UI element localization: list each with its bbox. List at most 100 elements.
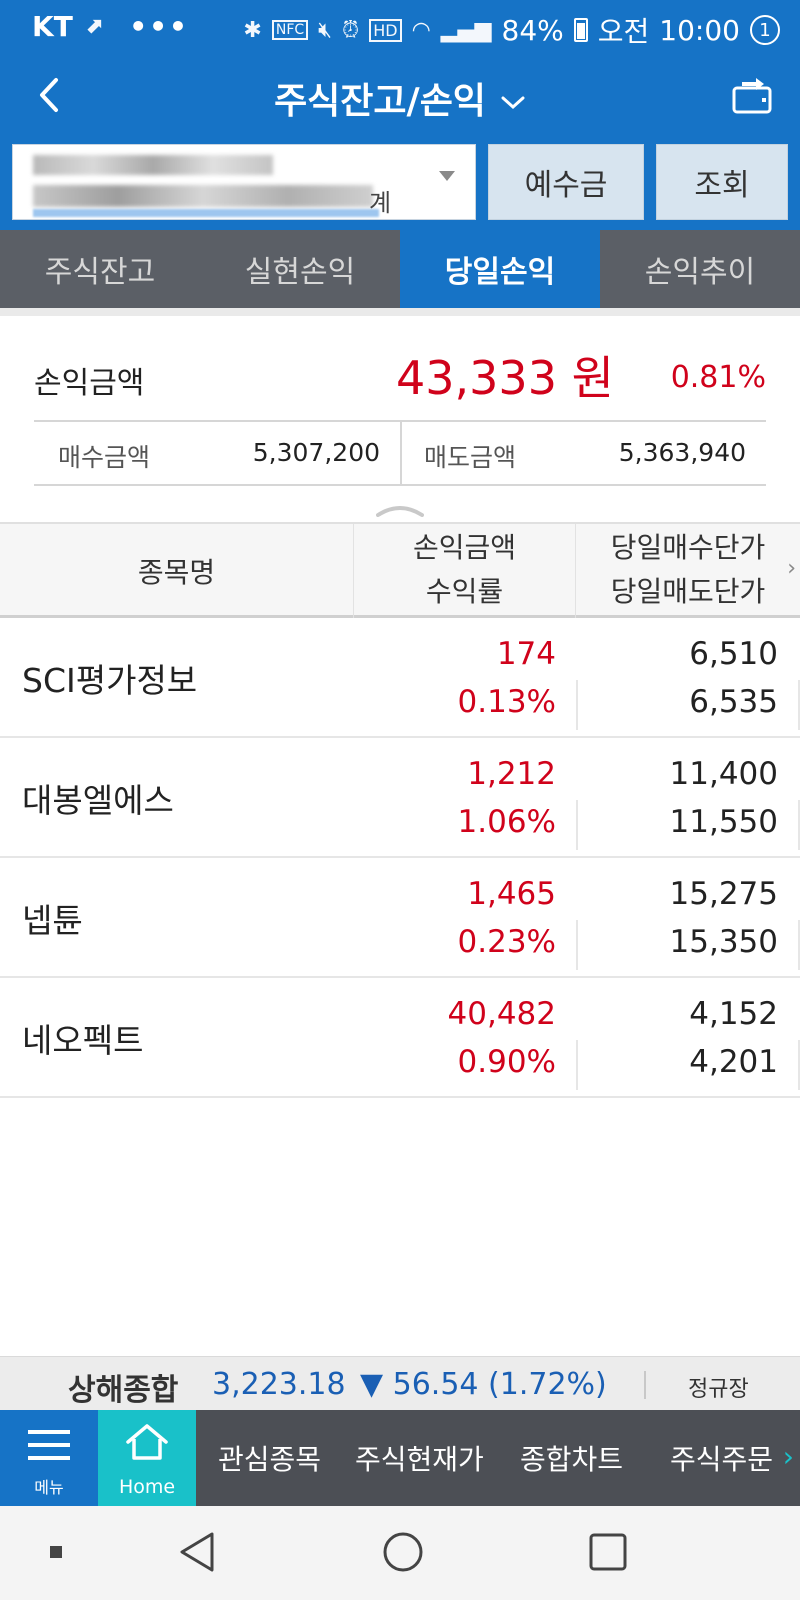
nav-chart[interactable]: 종합차트: [520, 1410, 623, 1506]
sell-amount-value: 5,363,940: [618, 438, 746, 467]
sell-price: 11,550: [669, 804, 778, 840]
rotate-screen-icon: [732, 78, 772, 114]
column-header-name[interactable]: 종목명: [0, 524, 354, 618]
divider: [644, 1371, 646, 1399]
home-label: Home: [118, 1476, 176, 1498]
chevron-up-icon: [376, 506, 424, 517]
table-header: 종목명 손익금액 수익률 당일매수단가 당일매도단가 ›: [0, 522, 800, 618]
stock-name: 네오펙트: [22, 1021, 144, 1060]
sell-price: 6,535: [689, 684, 778, 720]
sell-price: 15,350: [669, 924, 778, 960]
stock-name: SCI평가정보: [22, 661, 198, 700]
tab-daily-pl[interactable]: 당일손익: [400, 230, 600, 308]
index-value: 3,223.18: [212, 1367, 346, 1402]
ampm-label: 오전: [597, 15, 650, 48]
sell-price: 4,201: [689, 1044, 778, 1080]
account-name-redacted: [33, 185, 373, 207]
market-session: 정규장: [688, 1377, 749, 1402]
collapse-handle[interactable]: [376, 502, 424, 517]
table-row[interactable]: 대봉엘에스 1,212 1.06% 11,400 11,550: [0, 738, 800, 858]
pl-amount: 174: [496, 636, 556, 672]
status-bar-left: KT ⬈ •••: [32, 10, 189, 43]
battery-percent: 84%: [501, 13, 564, 47]
divider: [576, 800, 578, 850]
deposit-button[interactable]: 예수금: [488, 144, 644, 220]
stock-name: 넵튠: [22, 901, 83, 940]
buy-price: 15,275: [669, 876, 778, 912]
nfc-icon: NFC: [271, 20, 309, 40]
mute-icon: 🔇︎: [318, 17, 333, 43]
more-notifications-icon: •••: [129, 10, 189, 43]
pl-amount: 40,482: [447, 996, 556, 1032]
table-row[interactable]: SCI평가정보 174 0.13% 6,510 6,535: [0, 618, 800, 738]
table-row[interactable]: 넵튠 1,465 0.23% 15,275 15,350: [0, 858, 800, 978]
nav-current-price[interactable]: 주식현재가: [355, 1410, 484, 1506]
rotate-screen-button[interactable]: [728, 72, 776, 120]
return-rate: 0.13%: [457, 684, 556, 720]
pl-summary: 손익금액 43,333 원 0.81% 매수금액 5,307,200 매도금액 …: [0, 308, 800, 517]
divider: [400, 422, 402, 484]
dropdown-caret-icon: [439, 171, 455, 181]
account-row: 계 예수금 조회: [0, 140, 800, 230]
divider: [576, 680, 578, 730]
system-nav-bar: [0, 1506, 800, 1600]
nav-watchlist[interactable]: 관심종목: [218, 1410, 321, 1506]
chevron-right-icon[interactable]: ›: [783, 1440, 794, 1473]
pl-amount-value: 43,333 원: [396, 351, 614, 405]
index-change: ▼ 56.54 (1.72%): [360, 1367, 607, 1402]
index-name: 상해종합: [68, 1373, 179, 1408]
hd-voice-icon: HD: [369, 18, 402, 42]
column-header-buy-price: 당일매수단가: [610, 531, 766, 564]
tab-stock-balance[interactable]: 주식잔고: [0, 230, 200, 308]
column-header-pl[interactable]: 손익금액 수익률: [354, 524, 576, 618]
alarm-icon: ⏰︎: [342, 17, 360, 43]
column-header-return-rate: 수익률: [425, 575, 504, 608]
signal-icon: ▂▄▆: [440, 17, 492, 43]
pl-amount-label: 손익금액: [34, 366, 145, 401]
divider: [34, 484, 766, 486]
index-ticker[interactable]: 상해종합 3,223.18 ▼ 56.54 (1.72%) 정규장: [0, 1356, 800, 1410]
column-header-price[interactable]: 당일매수단가 당일매도단가: [576, 524, 800, 618]
battery-icon: [573, 18, 588, 42]
bottom-nav: 메뉴 Home 관심종목 주식현재가 종합차트 주식주문 ›: [0, 1410, 800, 1506]
holdings-list: SCI평가정보 174 0.13% 6,510 6,535 대봉엘에스 1,21…: [0, 618, 800, 1098]
table-row[interactable]: 네오펙트 40,482 0.90% 4,152 4,201: [0, 978, 800, 1098]
account-selector[interactable]: 계: [12, 144, 476, 220]
return-rate: 0.90%: [457, 1044, 556, 1080]
buy-price: 11,400: [669, 756, 778, 792]
pl-rate-value: 0.81%: [670, 360, 766, 395]
column-header-pl-amount: 손익금액: [412, 531, 517, 564]
divider: [576, 1040, 578, 1090]
home-circle-icon: [383, 1532, 423, 1572]
sell-amount-label: 매도금액: [424, 443, 517, 472]
status-bar-right: ✱ NFC 🔇︎ ⏰︎ HD ◠ ▂▄▆ 84% 오전 10:00 1: [243, 10, 780, 50]
system-nav-icons: [50, 1532, 627, 1572]
chevron-down-icon: [500, 89, 526, 117]
tab-realized-pl[interactable]: 실현손익: [200, 230, 400, 308]
screen-title-selector[interactable]: 주식잔고/손익: [0, 72, 800, 124]
buy-amount-value: 5,307,200: [252, 438, 380, 467]
buy-amount-label: 매수금액: [58, 443, 151, 472]
recents-dot-icon: [50, 1546, 62, 1558]
bluetooth-icon: ✱: [243, 17, 262, 43]
tab-pl-trend[interactable]: 손익추이: [600, 230, 800, 308]
home-icon: [126, 1424, 168, 1460]
menu-button[interactable]: 메뉴: [0, 1410, 98, 1506]
clock: 10:00: [659, 13, 740, 47]
notification-count-icon: 1: [750, 15, 780, 45]
stock-name: 대봉엘에스: [22, 781, 174, 820]
status-bar: KT ⬈ ••• ✱ NFC 🔇︎ ⏰︎ HD ◠ ▂▄▆ 84% 오전 10:…: [0, 0, 800, 56]
stocks-app-icon: ⬈: [84, 14, 104, 39]
column-header-sell-price: 당일매도단가: [610, 575, 766, 608]
query-button[interactable]: 조회: [656, 144, 788, 220]
pl-amount: 1,212: [467, 756, 556, 792]
return-rate: 0.23%: [457, 924, 556, 960]
nav-order[interactable]: 주식주문: [670, 1410, 773, 1506]
menu-label: 메뉴: [34, 1478, 64, 1497]
buy-price: 4,152: [689, 996, 778, 1032]
account-number-redacted: [33, 155, 273, 175]
chevron-right-icon[interactable]: ›: [787, 556, 796, 581]
home-button[interactable]: Home: [98, 1410, 196, 1506]
buy-price: 6,510: [689, 636, 778, 672]
wifi-icon: ◠: [411, 17, 431, 43]
